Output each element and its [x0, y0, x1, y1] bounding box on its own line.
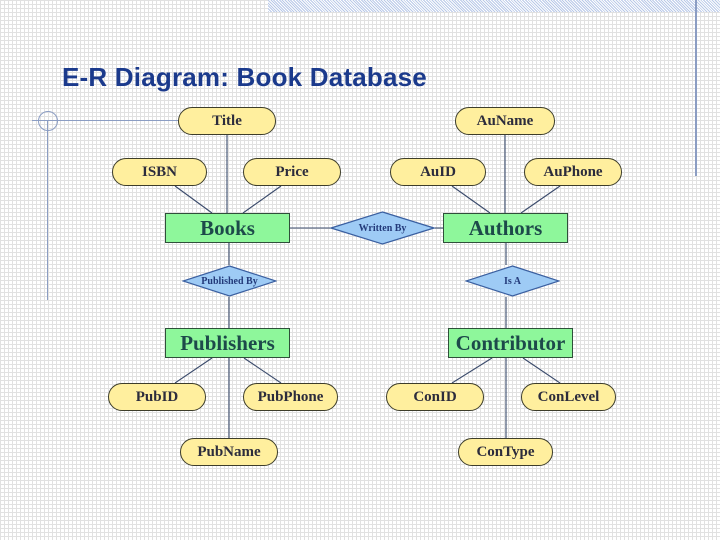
connector-contributor-conid: [451, 357, 493, 384]
attribute-contype[interactable]: ConType: [458, 438, 553, 466]
connector-auphone-authors: [520, 185, 561, 214]
connector-auid-authors: [451, 185, 491, 214]
relationship-label: Written By: [358, 222, 407, 234]
attribute-label: Price: [275, 163, 309, 180]
relationship-is-a[interactable]: Is A: [465, 265, 560, 297]
entity-publishers[interactable]: Publishers: [165, 328, 290, 358]
attribute-label: ConID: [413, 388, 457, 405]
attribute-label: AuID: [420, 163, 456, 180]
entity-label: Publishers: [180, 330, 275, 355]
entity-contributor[interactable]: Contributor: [448, 328, 573, 358]
entity-books[interactable]: Books: [165, 213, 290, 243]
attribute-label: AuPhone: [543, 163, 603, 180]
attribute-conid[interactable]: ConID: [386, 383, 484, 411]
attribute-price[interactable]: Price: [243, 158, 341, 186]
attribute-isbn[interactable]: ISBN: [112, 158, 207, 186]
connector-lines: [174, 135, 561, 438]
slide-canvas: E-R Diagram: Book Database Title ISBN Pric…: [0, 0, 720, 540]
attribute-pubphone[interactable]: PubPhone: [243, 383, 338, 411]
connector-price-books: [242, 185, 282, 214]
entity-authors[interactable]: Authors: [443, 213, 568, 243]
entity-label: Books: [200, 215, 255, 240]
relationship-written-by[interactable]: Written By: [330, 211, 435, 245]
connector-contributor-conlevel: [522, 357, 561, 384]
attribute-conlevel[interactable]: ConLevel: [521, 383, 616, 411]
attribute-label: ConLevel: [537, 388, 600, 405]
attribute-pubid[interactable]: PubID: [108, 383, 206, 411]
attribute-label: PubName: [197, 443, 261, 460]
attribute-label: PubID: [135, 388, 179, 405]
attribute-title[interactable]: Title: [178, 107, 276, 135]
entity-label: Contributor: [455, 330, 566, 355]
attribute-label: AuName: [476, 112, 534, 129]
attribute-label: Title: [212, 112, 242, 129]
relationship-label: Published By: [201, 275, 258, 287]
attribute-auphone[interactable]: AuPhone: [524, 158, 622, 186]
connector-publishers-pubid: [174, 357, 213, 384]
connector-isbn-books: [174, 185, 213, 214]
attribute-auname[interactable]: AuName: [455, 107, 555, 135]
relationship-label: Is A: [504, 275, 521, 287]
entity-label: Authors: [468, 215, 543, 240]
attribute-label: ConType: [476, 443, 535, 460]
attribute-label: ISBN: [141, 163, 178, 180]
attribute-pubname[interactable]: PubName: [180, 438, 278, 466]
attribute-label: PubPhone: [257, 388, 324, 405]
relationship-published-by[interactable]: Published By: [182, 265, 277, 297]
attribute-auid[interactable]: AuID: [390, 158, 486, 186]
connector-publishers-pubphone: [243, 357, 282, 384]
